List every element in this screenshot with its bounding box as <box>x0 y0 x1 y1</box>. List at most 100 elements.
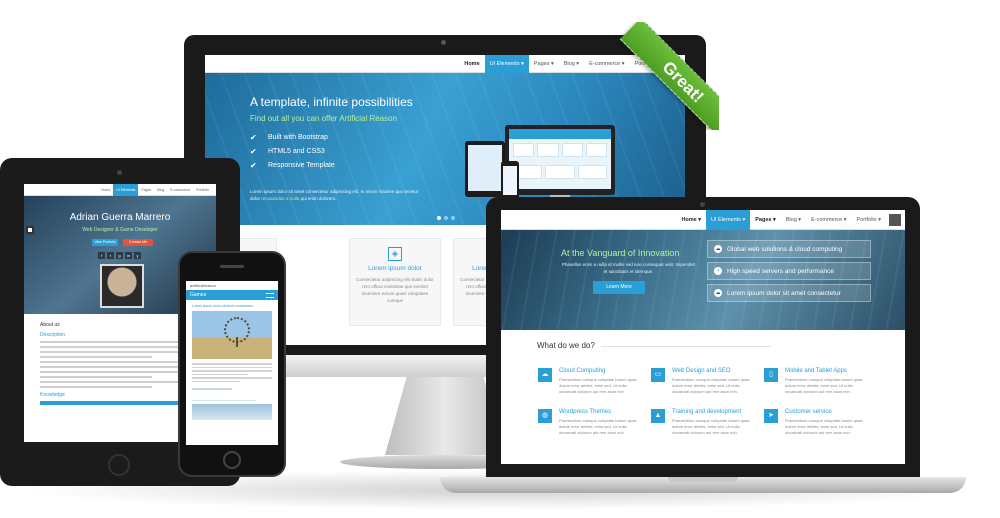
feature-icon: ◔ <box>714 267 722 275</box>
service-text: Praesentium cumque voluptate harum quae … <box>672 377 750 394</box>
nav-item[interactable]: Blog <box>154 184 167 196</box>
service-title[interactable]: Cloud Computing <box>559 368 605 374</box>
service-title[interactable]: Customer service <box>785 409 832 415</box>
description-heading: Description <box>40 332 66 338</box>
webcam-icon <box>441 40 446 45</box>
phone-title-bar: Games <box>186 290 278 300</box>
text-line <box>192 370 272 372</box>
menu-icon[interactable] <box>889 213 901 226</box>
service-text: Praesentium cumque voluptate harum quae … <box>559 377 637 394</box>
next-post-title <box>192 399 256 401</box>
view-portfolio-button[interactable]: View Portfolio <box>92 239 118 246</box>
service-icon: ☁ <box>538 368 552 382</box>
nav-item[interactable]: E-commerce <box>167 184 193 196</box>
phone-home-button[interactable] <box>223 451 241 469</box>
tablet-home-button[interactable] <box>108 454 130 476</box>
devices-showcase: Home UI Elements ▾ Pages ▾ Blog ▾ E-commerce… <box>0 0 1000 518</box>
nav-item[interactable]: Portfolio ▾ <box>852 210 886 230</box>
text-line <box>40 386 152 388</box>
post-meta-line <box>192 388 232 390</box>
nav-item[interactable]: Portfolio <box>193 184 212 196</box>
hero-bullet-text: HTML5 and CSS3 <box>268 148 325 155</box>
tablet-navbar: Home UI Elements Pages Blog E-commerce Portfo… <box>24 184 216 196</box>
text-line <box>192 366 272 368</box>
laptop-notch <box>668 477 738 482</box>
social-icon[interactable]: g <box>116 252 123 259</box>
hero-blurb-link[interactable]: recusandae a nulla <box>261 196 299 201</box>
slider-dot[interactable] <box>437 216 441 220</box>
text-line <box>192 380 240 382</box>
post-image <box>192 311 272 359</box>
service-icon: ▯ <box>764 368 778 382</box>
service-text: Praesentium cumque voluptate harum quae … <box>559 418 637 435</box>
hero-feature-item: ☁ Lorem ipsum dolor sit amet consectetur <box>707 284 871 302</box>
hero-feature-item: ◔ High speed servers and performance <box>707 262 871 280</box>
hero-bullet-list: ✔ Built with Bootstrap ✔ HTML5 and CSS3 ✔ Res… <box>250 131 335 173</box>
nav-item[interactable]: UI Elements ▾ <box>706 210 751 230</box>
social-icon[interactable]: f <box>98 252 105 259</box>
text-line <box>40 356 152 358</box>
profile-photo <box>100 264 144 308</box>
service-title[interactable]: Wordpress Themes <box>559 409 611 415</box>
feature-icon: ☁ <box>714 245 722 253</box>
services-heading: What do we do? <box>537 341 595 350</box>
slider-dot[interactable] <box>444 216 448 220</box>
about-heading: About us <box>40 322 60 328</box>
nav-item[interactable]: E-commerce ▾ <box>806 210 851 230</box>
mini-phone-icon <box>501 161 519 201</box>
service-title[interactable]: Mobile and Tablet Apps <box>785 368 847 374</box>
hero-feature-text: Global web solutions & cloud computing <box>727 245 843 253</box>
service-title[interactable]: Web Design and SEO <box>672 368 731 374</box>
social-icon[interactable]: y <box>134 252 141 259</box>
learn-more-button[interactable]: Learn More <box>593 281 645 294</box>
great-ribbon: Great! <box>611 22 719 130</box>
hero-bullet: ✔ HTML5 and CSS3 <box>250 145 335 159</box>
service-text: Praesentium cumque voluptate harum quae … <box>785 418 863 435</box>
hamburger-icon[interactable] <box>266 292 274 298</box>
phone-logo: artificialreason <box>190 283 216 288</box>
nav-item[interactable]: Home <box>98 184 113 196</box>
slider-dots[interactable] <box>437 216 455 220</box>
laptop-hero-title: At the Vanguard of Innovation <box>561 248 680 258</box>
text-line <box>40 381 200 383</box>
phone-screen: artificialreason Games Lorem ipsum dolor… <box>186 281 278 445</box>
social-icon[interactable]: in <box>125 252 132 259</box>
nav-item[interactable]: Blog ▾ <box>781 210 806 230</box>
text-line <box>40 376 152 378</box>
phone-blog-post: Lorem ipsum dolor sit amet consectetur <box>186 300 278 424</box>
hero-bullet-text: Built with Bootstrap <box>268 134 328 141</box>
nav-item[interactable]: Home ▾ <box>676 210 706 230</box>
nav-item[interactable]: Blog ▾ <box>559 55 584 73</box>
great-ribbon-label: Great! <box>619 22 719 130</box>
text-line <box>192 363 272 365</box>
hero-bullet: ✔ Responsive Template <box>250 159 335 173</box>
service-icon: ◍ <box>538 409 552 423</box>
nav-item[interactable]: Pages ▾ <box>529 55 559 73</box>
feature-title[interactable]: Lorem ipsum dolor <box>350 265 440 272</box>
social-icons: f t g in y <box>98 252 141 259</box>
feature-card: ◈ Lorem ipsum dolor Consectetur adipisicin… <box>349 238 441 326</box>
knowledge-heading: Knowledge <box>40 392 65 398</box>
service-icon: ▲ <box>651 409 665 423</box>
contact-me-button[interactable]: Contact Me <box>123 239 153 246</box>
nav-item[interactable]: Pages ▾ <box>750 210 781 230</box>
feature-text: Consectetur adipisicing elit vitatis dol… <box>356 277 434 303</box>
hero-title: A template, infinite possibilities <box>250 95 413 109</box>
service-icon: ▭ <box>651 368 665 382</box>
social-icon[interactable]: t <box>107 252 114 259</box>
nav-item[interactable]: UI Elements ▾ <box>484 55 529 73</box>
text-line <box>192 377 272 379</box>
text-line <box>40 341 200 343</box>
service-title[interactable]: Training and development <box>672 409 741 415</box>
feature-icon: ◈ <box>388 247 402 261</box>
tablet-camera-icon <box>117 170 122 175</box>
nav-item[interactable]: UI Elements <box>113 184 139 196</box>
feature-icon: ☁ <box>714 289 722 297</box>
laptop-camera-icon <box>700 202 705 207</box>
nav-item[interactable]: Pages <box>138 184 154 196</box>
slider-dot[interactable] <box>451 216 455 220</box>
phone-bar-title: Games <box>190 292 207 298</box>
post-title[interactable]: Lorem ipsum dolor sit amet consectetur <box>192 304 272 308</box>
nav-item[interactable]: Home <box>459 55 484 73</box>
next-post-image <box>192 404 272 420</box>
